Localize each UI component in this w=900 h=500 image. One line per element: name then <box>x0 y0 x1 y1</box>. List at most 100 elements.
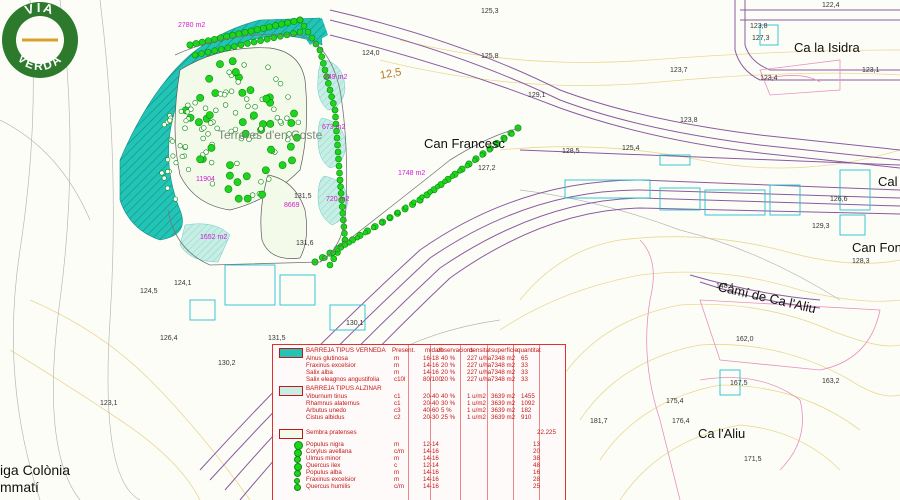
elevation-label: 162,0 <box>736 336 754 343</box>
tree-dot <box>231 68 240 76</box>
legend-cell: m <box>394 476 400 483</box>
legend-tree-dot <box>294 477 300 484</box>
legend-cell: m <box>394 362 400 369</box>
tree-dot <box>509 131 515 137</box>
legend-cell: Populus nigra <box>306 441 344 448</box>
tree-dot <box>338 203 346 210</box>
place-antiga-colonia-2: mmatí <box>0 479 39 495</box>
map-canvas[interactable]: Ca la Isidra Can Francesc Cal Can Fon Ca… <box>0 0 900 500</box>
legend-cell: c/m <box>394 483 404 490</box>
area-label: 249 m2 <box>324 74 348 81</box>
elevation-label: 171,5 <box>744 456 762 463</box>
legend-cell: 14-16 <box>423 483 439 490</box>
tree-dot <box>252 104 258 110</box>
legend-cell: 1 u/m2 <box>467 393 486 400</box>
legend-cell: 227 u/ha <box>467 362 492 369</box>
legend-cell: Viburnum tinus <box>306 393 348 400</box>
tree-dot <box>274 114 281 121</box>
tree-dot <box>411 199 417 205</box>
legend-cell: Fraxinus excelsior <box>306 362 356 369</box>
tree-dot <box>238 118 247 127</box>
tree-dot <box>296 28 304 36</box>
place-ca-la-isidra: Ca la Isidra <box>794 40 860 55</box>
tree-dot <box>184 109 190 115</box>
tree-dot <box>330 100 337 107</box>
legend-cell: Fraxinus excelsior <box>306 476 356 483</box>
tree-dot <box>253 26 261 34</box>
legend-cell: m <box>394 441 400 448</box>
tree-dot <box>201 125 207 131</box>
area-label: 1748 m2 <box>398 170 426 177</box>
legend-cell: 40 % <box>441 393 456 400</box>
elevation-label: 129,1 <box>528 92 546 99</box>
tree-dot <box>326 261 334 269</box>
tree-dot <box>186 41 194 49</box>
tree-dot <box>246 86 255 95</box>
legend-cell: 227 u/ha <box>467 369 492 376</box>
tree-dot <box>225 171 234 180</box>
legend-cell: 12-14 <box>423 441 439 448</box>
tree-dot <box>233 178 242 187</box>
legend-cell: Cistus albidus <box>306 414 345 421</box>
tree-dot <box>241 28 249 36</box>
tree-dot <box>205 74 214 83</box>
tree-dot <box>179 153 185 159</box>
legend-cell: 20 % <box>441 376 456 383</box>
elevation-label: 175,4 <box>666 398 684 405</box>
elevation-label: 181,7 <box>590 418 608 425</box>
elevation-label: 148,4 <box>716 283 734 290</box>
tree-dot <box>338 245 344 251</box>
legend-cell: 20-40 <box>423 400 439 407</box>
tree-dot <box>258 190 267 199</box>
tree-dot <box>326 86 334 94</box>
legend-row: Fraxinus excelsior m 14-16 28 <box>273 476 565 483</box>
tree-dot <box>284 115 290 121</box>
tree-dot <box>245 103 251 109</box>
place-can-francesc: Can Francesc <box>424 136 505 151</box>
elevation-label: 129,3 <box>812 223 830 230</box>
legend-row: Quercus humilis c/m 14-16 25 <box>273 483 565 490</box>
elevation-label: 127,3 <box>752 35 770 42</box>
tree-dot <box>202 105 209 111</box>
elevation-label: 126,6 <box>830 196 848 203</box>
tree-dot <box>273 76 279 82</box>
tree-dot <box>250 111 258 120</box>
tree-dot <box>216 60 224 69</box>
tree-dot <box>234 160 240 167</box>
tree-dot <box>191 51 199 59</box>
tree-dot <box>320 60 327 67</box>
tree-dot <box>325 80 332 87</box>
legend-row: Rhamnus alaternus c1 20-40 30 % 1 u/m2 3639 m… <box>273 400 565 407</box>
legend-cell: Salix eleagnos angustifolia <box>306 376 380 383</box>
legend-cell: Ulmus minor <box>306 455 341 462</box>
legend-cell: m <box>394 469 400 476</box>
tree-dot <box>192 100 198 106</box>
tree-dot <box>394 209 401 216</box>
tree-dot <box>330 255 338 263</box>
legend-cell: 182 <box>521 407 532 414</box>
tree-dot <box>217 91 224 97</box>
planting-legend: BARREJA TIPUS VERNEDA Present. mida/h ob… <box>272 344 566 500</box>
tree-dot <box>173 160 179 166</box>
tree-dot <box>244 40 251 47</box>
elevation-label: 126,4 <box>160 335 178 342</box>
elevation-label: 124,0 <box>362 50 380 57</box>
alzinar-area-4 <box>179 223 231 263</box>
tree-dot <box>335 155 342 163</box>
elevation-label: 127,2 <box>478 165 496 172</box>
tree-dot <box>278 161 287 170</box>
tree-dot <box>335 162 343 170</box>
tree-dot <box>178 108 184 114</box>
tree-dot <box>249 192 256 198</box>
tree-dot <box>354 234 361 241</box>
legend-cell: 5 % <box>441 407 452 414</box>
legend-cell: 3639 m2 <box>491 407 516 414</box>
legend-cell: 7348 m2 <box>491 362 516 369</box>
tree-dot <box>479 152 485 158</box>
legend-row: Corylus avellana c/m 14-16 20 <box>273 448 565 455</box>
legend-cell: Populus alba <box>306 469 342 476</box>
legend-cell: 48 <box>533 462 540 469</box>
legend-cell: c3 <box>394 407 401 414</box>
tree-dot <box>272 22 280 30</box>
tree-dot <box>336 176 344 184</box>
